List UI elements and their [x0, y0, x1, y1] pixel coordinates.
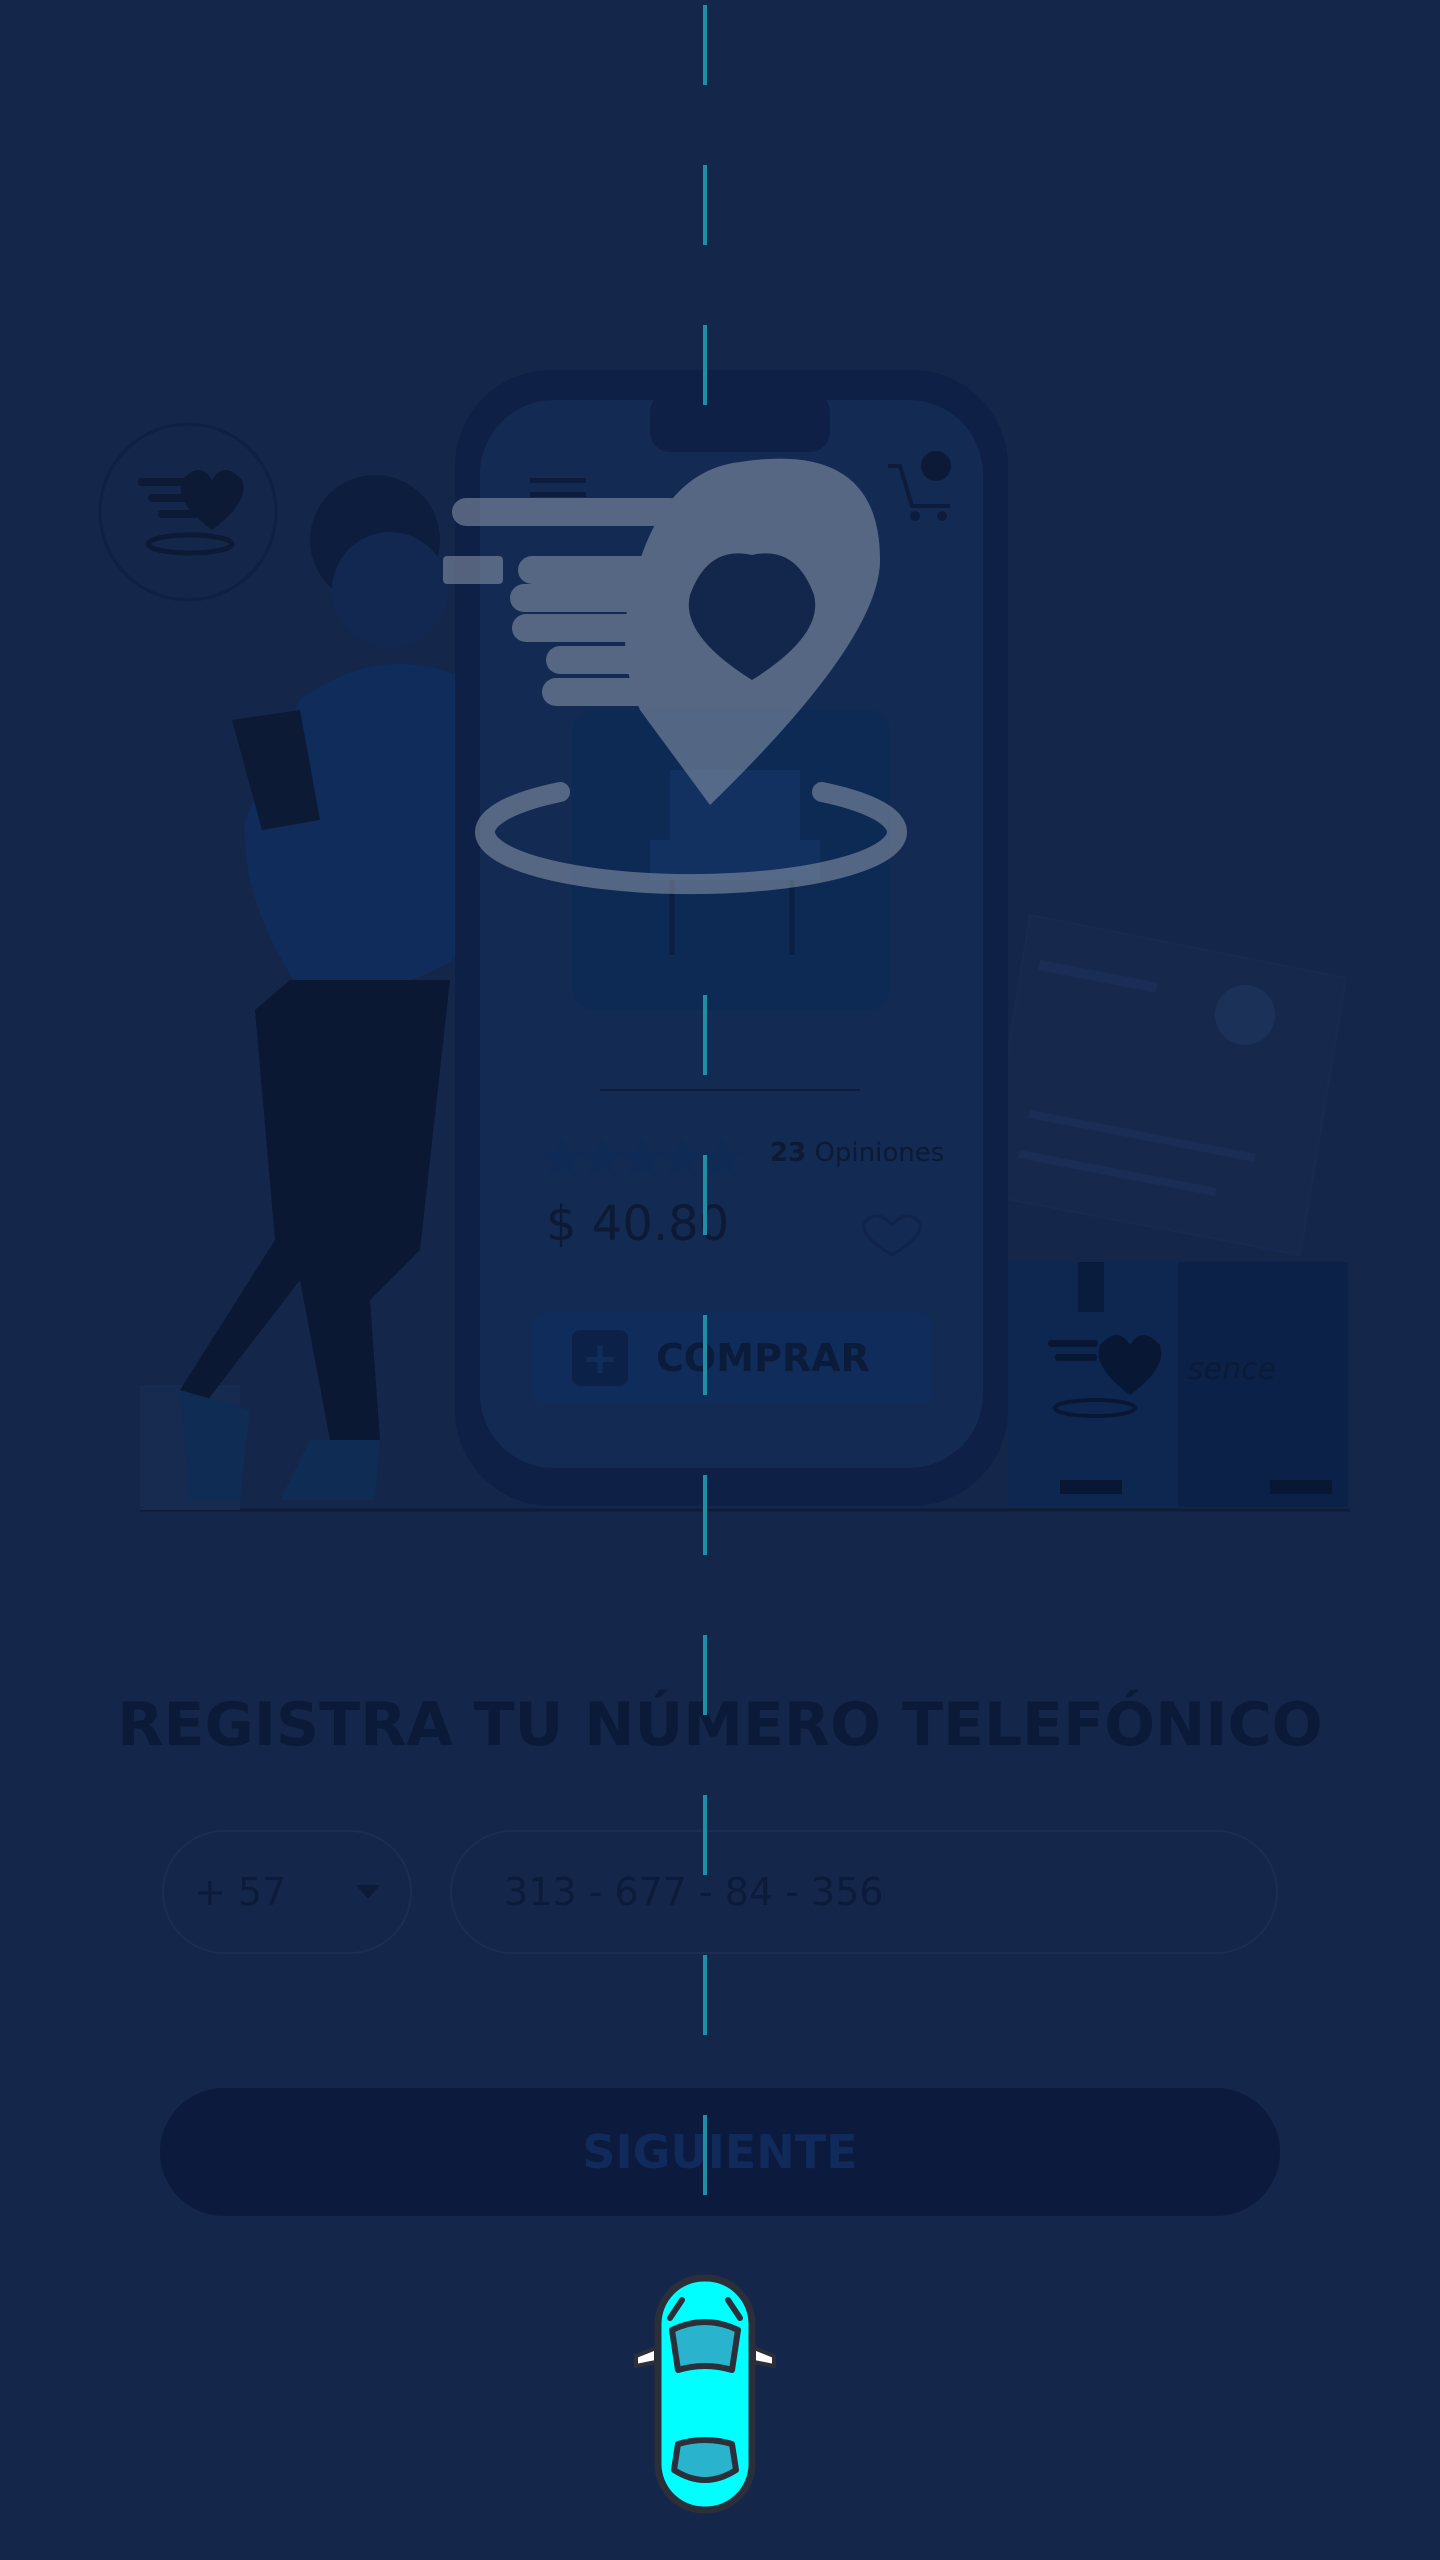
- buy-button-illustration: + COMPRAR: [532, 1312, 932, 1404]
- product-price: $ 40.80: [546, 1196, 730, 1252]
- car-icon: [634, 2274, 776, 2514]
- rating-label: Opiniones: [814, 1138, 945, 1168]
- box-brand-label: sence: [1188, 1352, 1277, 1387]
- phone-number-input[interactable]: [450, 1830, 1278, 1954]
- rating-count: 23 Opiniones: [770, 1138, 944, 1168]
- country-code-select[interactable]: + 57: [162, 1830, 412, 1954]
- page-title: REGISTRA TU NÚMERO TELEFÓNICO: [117, 1690, 1323, 1760]
- hero-illustration: [98, 370, 1350, 1512]
- next-button[interactable]: SIGUIENTE: [160, 2088, 1280, 2216]
- plus-icon: +: [572, 1330, 628, 1386]
- shipping-box-illustration: [1008, 1262, 1348, 1507]
- app-screen: 23 Opiniones $ 40.80 + COMPRAR sence REG…: [0, 0, 1440, 2560]
- person-illustration: [180, 475, 500, 1500]
- small-logo-icon: [98, 422, 278, 602]
- country-code-value: + 57: [194, 1870, 287, 1914]
- buy-label: COMPRAR: [656, 1336, 870, 1380]
- rating-number: 23: [770, 1138, 807, 1168]
- chevron-down-icon: [356, 1885, 380, 1899]
- postcard-illustration: [983, 913, 1348, 1257]
